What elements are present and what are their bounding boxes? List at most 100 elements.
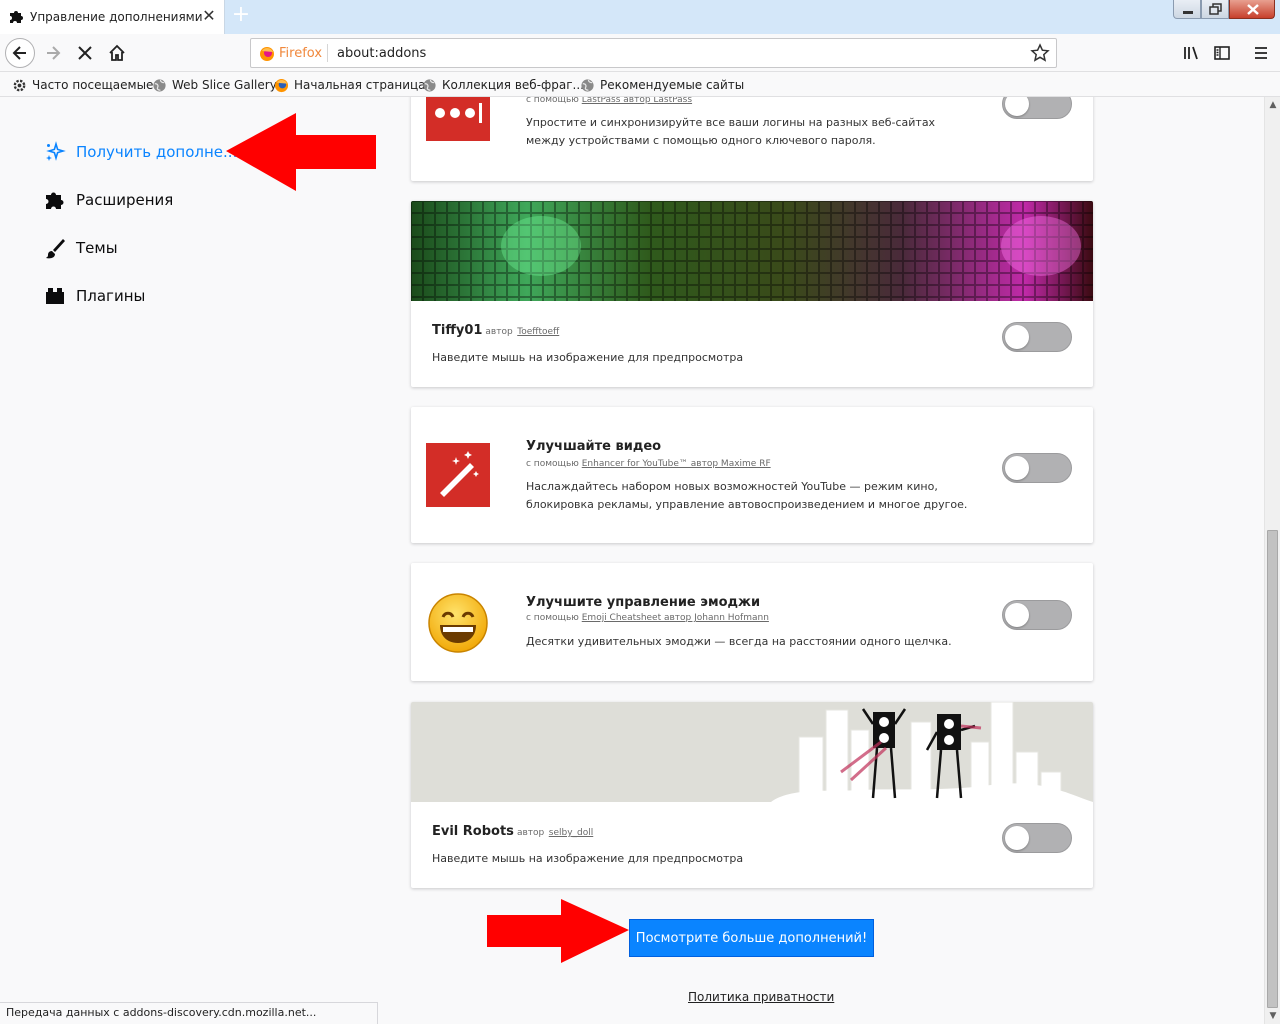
library-button[interactable] <box>1176 38 1206 68</box>
addon-title: Улучшите управление эмоджи <box>526 595 761 610</box>
bookmark-most-visited[interactable]: Часто посещаемые <box>12 76 153 94</box>
sparkles-icon <box>46 141 66 161</box>
bookmark-label: Начальная страница <box>294 78 426 92</box>
addon-author-link[interactable]: Enhancer for YouTube™ автор Maxime RF <box>582 459 771 469</box>
addon-card-youtube-enhancer: Улучшайте видео с помощью Enhancer for Y… <box>411 407 1093 543</box>
privacy-policy-link[interactable]: Политика приватности <box>688 990 834 1004</box>
theme-card-tiffy: Tiffy01 автор Toefftoeff Наведите мышь на… <box>411 201 1093 387</box>
addon-author-link[interactable]: LastPass автор LastPass <box>582 97 692 105</box>
theme-hint: Наведите мышь на изображение для предпро… <box>432 852 744 865</box>
url-separator <box>327 44 328 62</box>
url-bar[interactable]: Firefox about:addons <box>250 38 1057 68</box>
window-restore-button[interactable] <box>1201 0 1229 19</box>
addon-description: Наслаждайтесь набором новых возможностей… <box>526 480 968 511</box>
bookmark-label: Коллекция веб-фраг... <box>442 78 584 92</box>
minimize-icon <box>1183 11 1193 14</box>
stop-button[interactable] <box>70 38 100 68</box>
theme-preview-image[interactable] <box>411 201 1093 301</box>
category-label: Расширения <box>76 191 174 209</box>
category-plugins[interactable]: Плагины <box>44 283 145 309</box>
category-discover[interactable]: Получить дополне... <box>44 139 237 165</box>
addon-toggle-lastpass[interactable] <box>1002 97 1072 119</box>
restore-icon <box>1209 3 1222 15</box>
theme-card-evil-robots: Evil Robots автор selby_doll Наведите мыш… <box>411 702 1093 888</box>
arrow-left-icon <box>12 46 26 60</box>
firefox-icon <box>260 47 274 61</box>
addon-toggle-tiffy[interactable] <box>1002 322 1072 352</box>
tab-close-icon[interactable]: ✕ <box>200 7 218 25</box>
home-icon <box>109 44 125 61</box>
bookmark-recommended-sites[interactable]: Рекомендуемые сайты <box>580 76 744 94</box>
theme-title: Tiffy01 автор Toefftoeff <box>432 323 560 338</box>
content-scrollbar[interactable]: ▲ ▼ <box>1264 97 1280 1024</box>
globe-icon <box>153 78 166 92</box>
theme-author-link[interactable]: selby_doll <box>549 828 594 838</box>
navigation-toolbar: Firefox about:addons <box>0 34 1280 72</box>
annotation-arrow-right <box>487 899 629 963</box>
url-identity-label: Firefox <box>279 46 323 61</box>
status-panel: Передача данных с addons-discovery.cdn.m… <box>0 1002 378 1024</box>
forward-button[interactable] <box>38 38 68 68</box>
addons-page: Получить дополне... Расширения Темы Плаг… <box>0 97 1264 1024</box>
menu-button[interactable] <box>1246 38 1276 68</box>
library-icon <box>1184 46 1198 60</box>
plugin-icon <box>46 288 64 304</box>
addon-title: Улучшайте видео <box>526 439 662 454</box>
back-button[interactable] <box>5 38 35 68</box>
theme-preview-image[interactable] <box>411 702 1093 802</box>
puzzle-icon <box>10 11 23 23</box>
scroll-down-arrow-icon[interactable]: ▼ <box>1265 1008 1280 1024</box>
globe-icon <box>581 78 594 92</box>
addon-toggle-emoji-cheatsheet[interactable] <box>1002 600 1072 630</box>
bookmarks-toolbar: Часто посещаемые Web Slice Gallery Начал… <box>0 72 1280 97</box>
addon-card-lastpass: с помощью LastPass автор LastPass Упрост… <box>411 97 1093 181</box>
lastpass-icon <box>426 97 490 141</box>
addon-byline: с помощью LastPass автор LastPass <box>526 97 693 105</box>
bookmark-label: Рекомендуемые сайты <box>600 78 745 92</box>
scrollbar-thumb[interactable] <box>1267 530 1278 1008</box>
bookmark-web-slice-gallery[interactable]: Web Slice Gallery <box>152 76 277 94</box>
brush-icon <box>46 239 65 259</box>
addon-byline: с помощью Emoji Cheatsheet автор Johann … <box>526 613 769 623</box>
theme-author-link[interactable]: Toefftoeff <box>517 327 559 337</box>
bookmark-web-fragments[interactable]: Коллекция веб-фраг... <box>422 76 584 94</box>
tab-addons-manager[interactable]: Управление дополнениями ✕ <box>0 0 225 34</box>
bookmark-label: Часто посещаемые <box>32 78 154 92</box>
close-icon <box>78 46 92 60</box>
annotation-arrow-left <box>226 113 376 191</box>
url-input[interactable]: about:addons <box>337 46 426 61</box>
home-button[interactable] <box>102 38 132 68</box>
window-minimize-button[interactable] <box>1173 0 1201 19</box>
category-label: Темы <box>76 239 118 257</box>
category-extensions[interactable]: Расширения <box>44 187 173 213</box>
puzzle-icon <box>46 192 64 209</box>
theme-hint: Наведите мышь на изображение для предпро… <box>432 351 744 364</box>
category-label: Получить дополне... <box>76 143 238 161</box>
magic-wand-icon <box>426 443 490 507</box>
tab-title: Управление дополнениями <box>30 10 203 24</box>
addon-byline: с помощью Enhancer for YouTube™ автор Ma… <box>526 459 771 469</box>
star-icon[interactable] <box>1030 43 1050 63</box>
addon-description: Десятки удивительных эмоджи — всегда на … <box>526 635 952 648</box>
scroll-up-arrow-icon[interactable]: ▲ <box>1265 97 1280 113</box>
see-more-addons-button[interactable]: Посмотрите больше дополнений! <box>629 919 874 957</box>
bookmark-start-page[interactable]: Начальная страница <box>274 76 426 94</box>
hamburger-icon <box>1255 47 1267 59</box>
new-tab-button[interactable]: + <box>230 4 252 28</box>
sidebar-icon <box>1214 46 1230 60</box>
gear-icon <box>13 79 26 91</box>
arrow-right-icon <box>47 46 61 60</box>
addon-toggle-youtube-enhancer[interactable] <box>1002 453 1072 483</box>
bookmark-label: Web Slice Gallery <box>172 78 277 92</box>
window-close-button[interactable] <box>1229 0 1275 19</box>
sidebar-button[interactable] <box>1207 38 1237 68</box>
addon-description: Упростите и синхронизируйте все ваши лог… <box>526 116 936 147</box>
emoji-icon <box>428 593 488 653</box>
theme-title: Evil Robots автор selby_doll <box>432 824 594 839</box>
addon-author-link[interactable]: Emoji Cheatsheet автор Johann Hofmann <box>582 613 769 623</box>
addon-toggle-evil-robots[interactable] <box>1002 823 1072 853</box>
category-label: Плагины <box>76 287 146 305</box>
close-icon <box>1247 4 1259 15</box>
category-themes[interactable]: Темы <box>44 235 118 261</box>
title-bar: Управление дополнениями ✕ + <box>0 0 1280 34</box>
